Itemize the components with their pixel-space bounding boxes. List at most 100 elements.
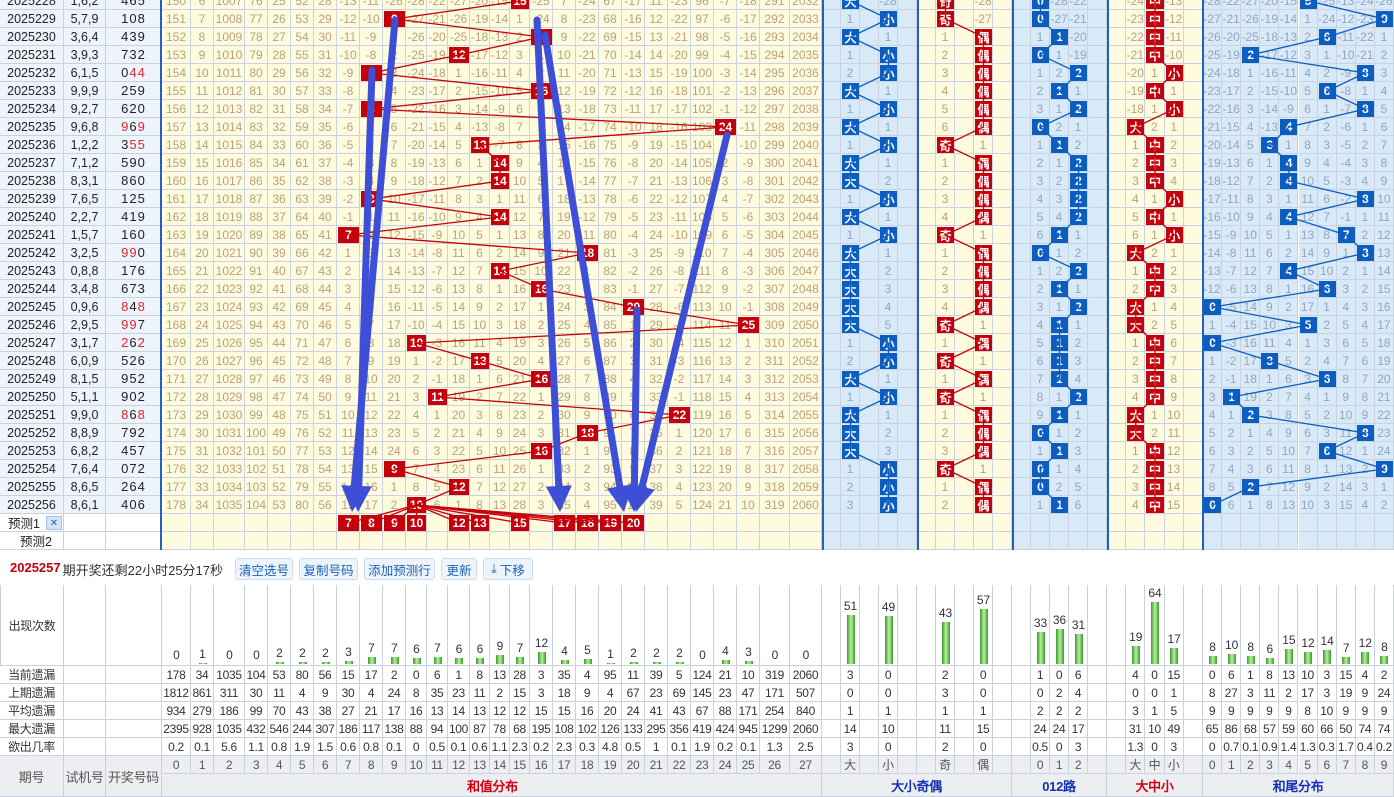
bms-marker[interactable]: 小 bbox=[1165, 101, 1183, 117]
prediction-cell[interactable] bbox=[1260, 532, 1280, 550]
sum-omission-cell[interactable]: 31 bbox=[553, 424, 576, 442]
sum-omission-cell[interactable]: -18 bbox=[470, 28, 490, 46]
sum-omission-cell[interactable]: 3 bbox=[448, 100, 470, 118]
sum-omission-cell[interactable]: 32 bbox=[268, 118, 291, 136]
sum-omission-cell[interactable]: 63 bbox=[291, 190, 314, 208]
sum-omission-cell[interactable]: 2055 bbox=[790, 406, 822, 424]
sum-omission-cell[interactable]: 101 bbox=[245, 442, 268, 460]
sum-omission-cell[interactable]: 4 bbox=[530, 352, 553, 370]
sum-omission-cell[interactable]: 312 bbox=[760, 370, 790, 388]
sum-omission-cell[interactable]: 44 bbox=[268, 334, 291, 352]
bs-marker[interactable]: 小 bbox=[880, 497, 897, 513]
sum-omission-cell[interactable]: 28 bbox=[191, 388, 214, 406]
oe-marker[interactable]: 偶 bbox=[975, 443, 992, 459]
sum-omission-cell[interactable]: 4 bbox=[470, 208, 490, 226]
sum-omission-cell[interactable]: -20 bbox=[668, 46, 691, 64]
sum-omission-cell[interactable]: 80 bbox=[245, 64, 268, 82]
prediction-marker[interactable]: 7 bbox=[338, 515, 359, 531]
sum-omission-cell[interactable]: 25 bbox=[510, 442, 530, 460]
sum-omission-cell[interactable]: 1008 bbox=[214, 10, 245, 28]
sum-omission-cell[interactable]: 21 bbox=[553, 244, 576, 262]
sum-omission-cell[interactable]: 300 bbox=[760, 154, 790, 172]
sum-omission-cell[interactable]: 51 bbox=[314, 406, 337, 424]
prediction-cell[interactable] bbox=[974, 514, 993, 532]
sum-omission-cell[interactable]: -7 bbox=[714, 0, 737, 10]
sum-omission-cell[interactable]: 76 bbox=[599, 154, 622, 172]
sum-marker[interactable]: 16 bbox=[531, 281, 552, 297]
sum-omission-cell[interactable]: 35 bbox=[268, 172, 291, 190]
road-marker[interactable]: 0 bbox=[1032, 119, 1049, 135]
sum-omission-cell[interactable]: 1 bbox=[622, 316, 645, 334]
sum-omission-cell[interactable]: 45 bbox=[268, 352, 291, 370]
sum-omission-cell[interactable]: 20 bbox=[510, 352, 530, 370]
prediction-cell[interactable] bbox=[841, 532, 860, 550]
sum-omission-cell[interactable]: 172 bbox=[162, 388, 191, 406]
sum-omission-cell[interactable]: -14 bbox=[622, 46, 645, 64]
sum-omission-cell[interactable]: 161 bbox=[162, 190, 191, 208]
prediction-cell[interactable] bbox=[622, 532, 645, 550]
sum-omission-cell[interactable]: 1 bbox=[448, 496, 470, 514]
sum-omission-cell[interactable]: 94 bbox=[245, 316, 268, 334]
sum-omission-cell[interactable]: 65 bbox=[291, 226, 314, 244]
sum-omission-cell[interactable]: -16 bbox=[576, 136, 599, 154]
sum-omission-cell[interactable]: 84 bbox=[245, 136, 268, 154]
sum-omission-cell[interactable]: -3 bbox=[737, 262, 760, 280]
prediction-cell[interactable] bbox=[917, 514, 936, 532]
bs-marker[interactable]: 小 bbox=[880, 479, 897, 495]
prediction-cell[interactable] bbox=[1107, 514, 1127, 532]
sum-omission-cell[interactable]: 1026 bbox=[214, 334, 245, 352]
sum-omission-cell[interactable]: 8 bbox=[622, 442, 645, 460]
sum-omission-cell[interactable]: 34 bbox=[553, 478, 576, 496]
sum-omission-cell[interactable]: 102 bbox=[245, 460, 268, 478]
sum-omission-cell[interactable]: 10 bbox=[360, 370, 383, 388]
sum-omission-cell[interactable]: 28 bbox=[268, 46, 291, 64]
sum-omission-cell[interactable]: 1 bbox=[530, 460, 553, 478]
sum-omission-cell[interactable]: 17 bbox=[714, 424, 737, 442]
sum-omission-cell[interactable]: -8 bbox=[427, 244, 448, 262]
sum-omission-cell[interactable]: 50 bbox=[314, 388, 337, 406]
sum-omission-cell[interactable]: 37 bbox=[314, 154, 337, 172]
sum-omission-cell[interactable]: 1 bbox=[337, 244, 360, 262]
sum-omission-cell[interactable]: 76 bbox=[291, 424, 314, 442]
bs-marker[interactable]: 小 bbox=[880, 227, 897, 243]
bms-marker[interactable]: 中 bbox=[1146, 47, 1164, 63]
sum-omission-cell[interactable]: 15 bbox=[360, 460, 383, 478]
tail-marker[interactable]: 2 bbox=[1242, 407, 1260, 423]
sum-omission-cell[interactable]: -15 bbox=[490, 0, 510, 10]
sum-omission-cell[interactable]: 31 bbox=[314, 46, 337, 64]
tail-marker[interactable]: 6 bbox=[1318, 443, 1336, 459]
sum-omission-cell[interactable]: 163 bbox=[162, 226, 191, 244]
sum-omission-cell[interactable]: 114 bbox=[691, 316, 714, 334]
sum-omission-cell[interactable]: 95 bbox=[245, 334, 268, 352]
sum-omission-cell[interactable]: 167 bbox=[162, 298, 191, 316]
sum-omission-cell[interactable]: -5 bbox=[714, 28, 737, 46]
sum-omission-cell[interactable]: 1022 bbox=[214, 262, 245, 280]
sum-omission-cell[interactable]: -25 bbox=[448, 28, 470, 46]
prediction-cell[interactable] bbox=[490, 514, 510, 532]
sum-omission-cell[interactable]: 2042 bbox=[790, 172, 822, 190]
sum-omission-cell[interactable]: 2 bbox=[622, 334, 645, 352]
sum-marker[interactable]: 22 bbox=[669, 407, 690, 423]
prediction-cell[interactable] bbox=[1050, 514, 1069, 532]
sum-omission-cell[interactable]: 158 bbox=[162, 136, 191, 154]
sum-omission-cell[interactable]: 40 bbox=[268, 262, 291, 280]
tail-marker[interactable]: 1 bbox=[1223, 389, 1241, 405]
sum-omission-cell[interactable]: 22 bbox=[383, 406, 406, 424]
sum-omission-cell[interactable]: -6 bbox=[337, 118, 360, 136]
sum-omission-cell[interactable]: 38 bbox=[314, 172, 337, 190]
sum-omission-cell[interactable]: 35 bbox=[645, 424, 668, 442]
sum-omission-cell[interactable]: 83 bbox=[245, 118, 268, 136]
sum-omission-cell[interactable]: 20 bbox=[448, 406, 470, 424]
sum-omission-cell[interactable]: 12 bbox=[383, 226, 406, 244]
sum-omission-cell[interactable]: 4 bbox=[737, 388, 760, 406]
sum-omission-cell[interactable]: 292 bbox=[760, 10, 790, 28]
sum-omission-cell[interactable]: 2 bbox=[360, 226, 383, 244]
prediction-cell[interactable] bbox=[1336, 514, 1356, 532]
sum-omission-cell[interactable]: 9 bbox=[622, 460, 645, 478]
sum-omission-cell[interactable]: 27 bbox=[268, 28, 291, 46]
bs-marker[interactable]: 小 bbox=[880, 461, 897, 477]
sum-omission-cell[interactable]: 52 bbox=[268, 478, 291, 496]
tail-marker[interactable]: 8 bbox=[1356, 245, 1374, 261]
sum-omission-cell[interactable]: 10 bbox=[714, 298, 737, 316]
sum-omission-cell[interactable]: 48 bbox=[314, 352, 337, 370]
